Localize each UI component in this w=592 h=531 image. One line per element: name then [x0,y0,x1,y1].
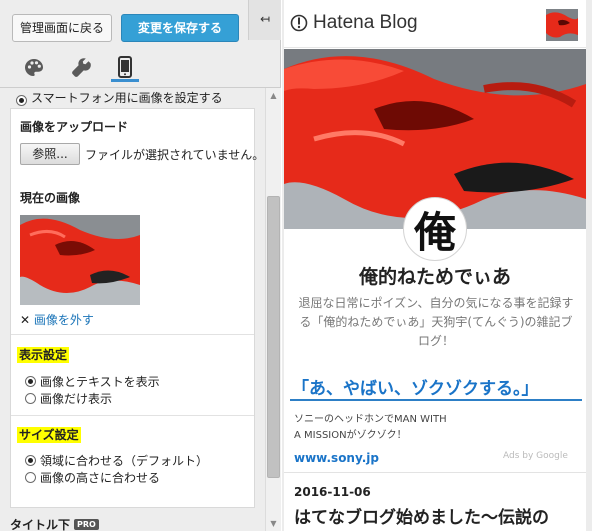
current-image-heading: 現在の画像 [20,191,81,205]
close-icon: ✕ [20,313,31,327]
palette-icon [25,59,43,76]
radio-selected-icon [16,95,27,106]
browse-file-button[interactable]: 参照... [20,143,80,165]
scroll-down-arrow-icon[interactable]: ▼ [266,516,281,531]
hatena-blog-logo[interactable]: Hatena Blog [290,12,418,34]
header-image-card: 画像をアップロード 参照... ファイルが選択されていません。 現在の画像 ✕ … [10,108,263,508]
smartphone-preview: Hatena Blog 俺 俺的ねためでぃあ 退屈な日常にポイズン、自分の気にな… [282,0,592,531]
remove-image-link[interactable]: ✕ 画像を外す [20,311,94,328]
smartphone-image-option-label: スマートフォン用に画像を設定する [31,91,223,105]
collapse-panel-button[interactable]: ↤ [248,0,281,40]
section-title-below[interactable]: タイトル下 PRO [10,516,99,531]
display-option-image-only[interactable]: 画像だけ表示 [25,390,112,407]
ads-by-google-label[interactable]: Ads by Google [503,451,568,461]
remove-image-label: 画像を外す [33,313,94,327]
tab-design[interactable] [20,54,48,82]
wrench-icon [72,58,91,77]
divider [284,472,586,473]
tab-smartphone[interactable] [111,54,139,82]
size-settings-heading: サイズ設定 [17,427,81,443]
pro-badge: PRO [74,519,99,530]
radio-selected-icon [25,455,36,466]
avatar[interactable] [546,9,578,41]
blog-description: 退屈な日常にポイズン、自分の気になる事を記録する「俺的ねためでぃあ」天狗宇(てん… [298,296,574,348]
upload-heading: 画像をアップロード [20,120,129,134]
editor-toolbar: 管理画面に戻る 変更を保存する [0,0,248,50]
hatena-logo-icon [290,14,308,32]
size-option-fit-height[interactable]: 画像の高さに合わせる [25,469,160,486]
tab-customize[interactable] [67,54,95,82]
back-to-dashboard-button[interactable]: 管理画面に戻る [12,14,112,42]
scrollbar-thumb[interactable] [267,196,280,478]
display-option-image-and-text[interactable]: 画像とテキストを表示 [25,373,160,390]
preview-page: Hatena Blog 俺 俺的ねためでぃあ 退屈な日常にポイズン、自分の気にな… [284,0,586,531]
divider [11,415,254,416]
current-image-thumbnail [20,215,140,305]
post-title-link[interactable]: はてなブログ始めました～伝説の [294,503,549,528]
blog-icon-char: 俺 [413,207,456,257]
blog-title[interactable]: 俺的ねためでぃあ [284,262,586,289]
ad-underline [290,399,582,401]
ad-body-line: A MISSIONがゾクゾク！ [294,430,407,441]
size-option-fit-area[interactable]: 領域に合わせる（デフォルト） [25,452,208,469]
radio-empty-icon [25,472,36,483]
radio-empty-icon [25,393,36,404]
customize-tabs [0,50,281,88]
ad-headline-link[interactable]: 「あ、やばい、ゾクゾクする。」 [292,374,539,399]
post-date: 2016-11-06 [294,485,371,499]
smartphone-icon [118,55,132,78]
display-settings-heading: 表示設定 [17,347,70,363]
save-changes-button[interactable]: 変更を保存する [121,14,239,42]
divider [11,334,254,335]
ad-body: ソニーのヘッドホンでMAN WITH A MISSIONがゾクゾク！ [294,412,447,444]
ad-domain-link[interactable]: www.sony.jp [294,451,379,465]
blog-icon[interactable]: 俺 [403,197,467,261]
radio-selected-icon [25,376,36,387]
ad-body-line: ソニーのヘッドホンでMAN WITH [294,414,447,425]
settings-scroll-area: スマートフォン用に画像を設定する 画像をアップロード 参照... ファイルが選択… [0,88,263,531]
panel-scrollbar[interactable]: ▲ ▼ [265,88,281,531]
hatena-blog-logo-text: Hatena Blog [313,12,418,33]
customize-panel: 管理画面に戻る 変更を保存する ↤ スマートフォン用に画像を設定する 画像をアッ… [0,0,281,531]
section-title-below-label: タイトル下 [10,518,71,531]
scroll-up-arrow-icon[interactable]: ▲ [266,88,281,103]
hatena-blog-header: Hatena Blog [284,0,586,48]
file-status-text: ファイルが選択されていません。 [85,148,263,162]
smartphone-image-radio[interactable]: スマートフォン用に画像を設定する [16,89,223,106]
